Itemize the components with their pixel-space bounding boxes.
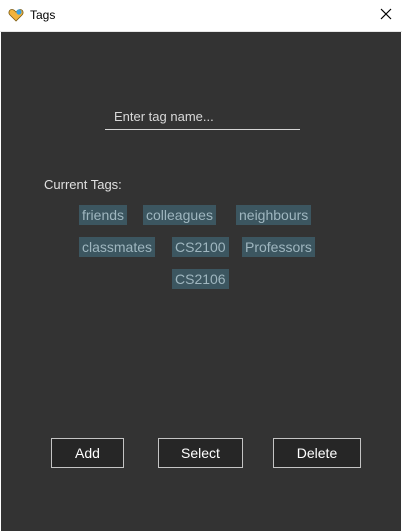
tags-panel: Current Tags: friends colleagues neighbo…: [1, 32, 401, 531]
window-title: Tags: [30, 8, 56, 22]
add-button[interactable]: Add: [51, 438, 124, 468]
heart-app-icon: [8, 7, 24, 23]
close-icon: [380, 7, 392, 25]
tag-chip[interactable]: CS2106: [172, 269, 229, 289]
close-button[interactable]: [370, 0, 402, 31]
title-bar: Tags: [0, 0, 402, 32]
tag-chip[interactable]: friends: [79, 205, 128, 225]
tag-chip[interactable]: classmates: [79, 237, 156, 257]
current-tags-label: Current Tags:: [44, 177, 122, 192]
tag-chip[interactable]: CS2100: [172, 237, 229, 257]
delete-button[interactable]: Delete: [273, 438, 361, 468]
tag-chip[interactable]: colleagues: [143, 205, 216, 225]
select-button[interactable]: Select: [158, 438, 243, 468]
tag-chip[interactable]: Professors: [242, 237, 315, 257]
tag-chip[interactable]: neighbours: [236, 205, 312, 225]
tag-name-input[interactable]: [105, 104, 300, 130]
